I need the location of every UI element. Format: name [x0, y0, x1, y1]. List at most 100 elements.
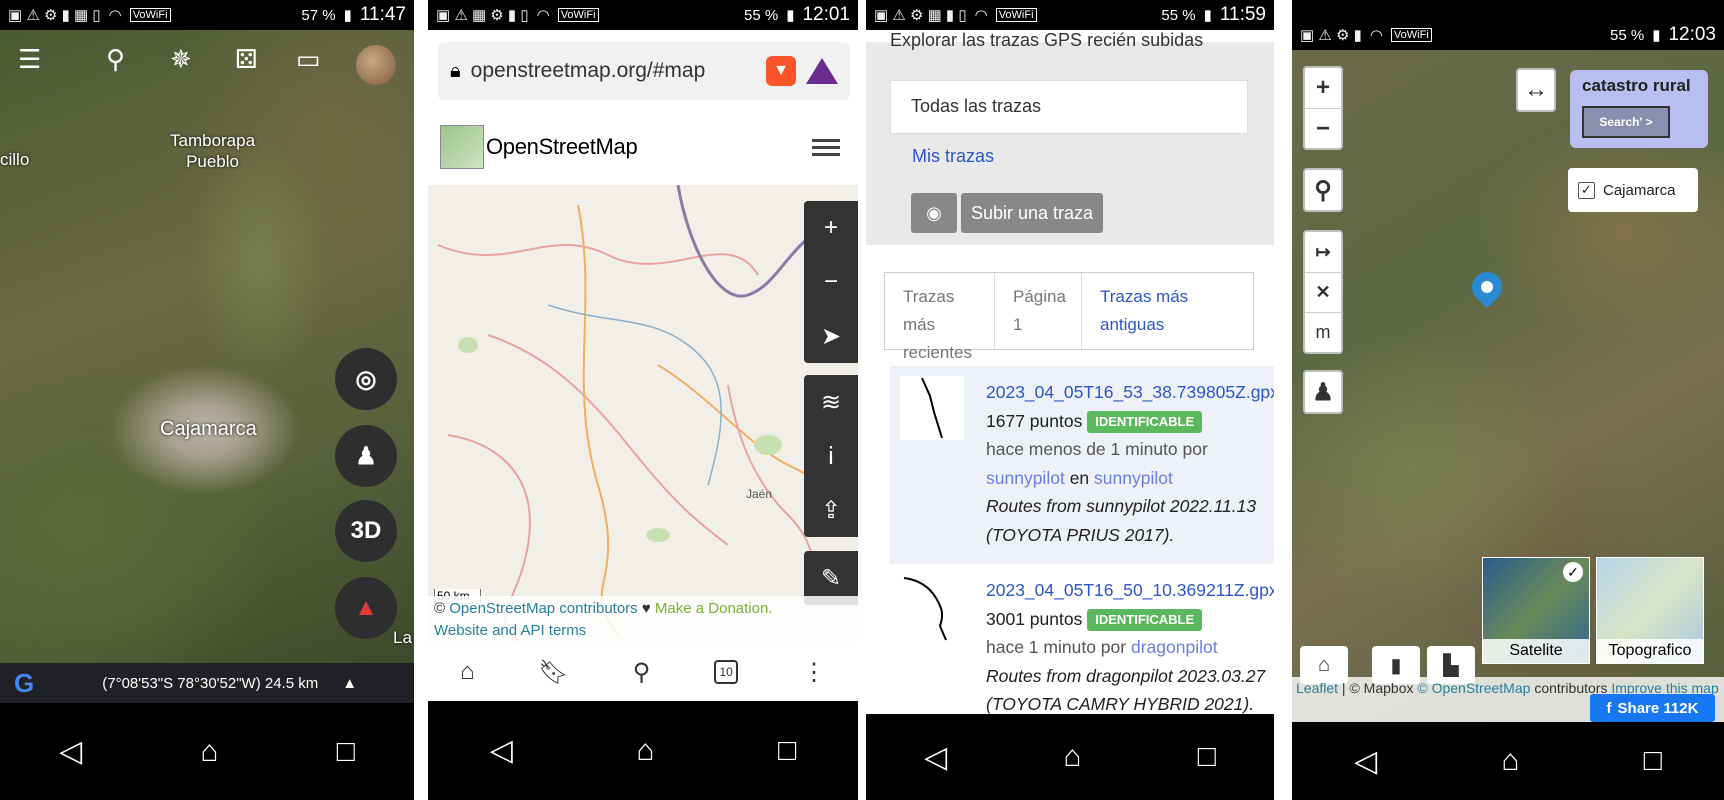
3d-button[interactable]: 3D — [335, 500, 397, 562]
basemap-satelite[interactable]: ✓ Satelite — [1482, 557, 1590, 664]
home-icon[interactable]: ⌂ — [1501, 744, 1519, 778]
site-name[interactable]: OpenStreetMap — [486, 134, 638, 160]
search-icon[interactable]: ⚲ — [633, 658, 651, 687]
leaflet-link[interactable]: Leaflet — [1296, 680, 1338, 696]
trace-description: Routes from dragonpilot 2023.03.27 (TOYO… — [986, 665, 1266, 715]
battery-text: 55 % — [1609, 26, 1645, 44]
voyager-wheel-icon[interactable]: ✵ — [170, 44, 192, 75]
recents-icon[interactable]: □ — [778, 734, 796, 768]
rss-button[interactable]: ◉ — [911, 193, 957, 233]
street-view-button[interactable]: ♟ — [335, 425, 397, 487]
pegman-icon[interactable]: ♟ — [1305, 372, 1341, 412]
trace-user-link[interactable]: dragonpilot — [1131, 637, 1218, 657]
clock: 11:59 — [1219, 4, 1266, 25]
google-logo-icon: G — [14, 667, 35, 698]
compass-button[interactable]: ▲ — [335, 577, 397, 639]
layer-checkbox-row[interactable]: ✓ Cajamarca — [1568, 168, 1698, 212]
satellite-map[interactable] — [0, 30, 414, 663]
search-icon[interactable]: ⚲ — [106, 44, 125, 75]
osm-browser-screen: ▣ ⚠ ▦ ⚙ ▮ ▯ ◠ VoWiFi 55 % ▮ 12:01 🔒︎ ope… — [428, 0, 858, 800]
share-button[interactable]: ⇪ — [804, 483, 858, 537]
town-label-cut: cillo — [0, 150, 30, 169]
google-earth-screen: ▣ ⚠ ⚙ ▮ ▦ ▯ ◠ VoWiFi 57 % ▮ 11:47 ☰ ⚲ ✵ … — [0, 0, 414, 800]
battery-text: 57 % — [301, 6, 336, 24]
address-bar[interactable]: 🔒︎ openstreetmap.org/#map ▼ — [438, 42, 850, 100]
avatar[interactable] — [356, 45, 396, 85]
lock-icon: 🔒︎ — [450, 59, 461, 82]
checkbox-checked-icon[interactable]: ✓ — [1578, 181, 1595, 199]
layers-button[interactable]: ≋ — [804, 375, 858, 429]
town-label-tamborapa: Tamborapa Pueblo — [170, 131, 256, 171]
donate-link[interactable]: Make a Donation. — [655, 600, 773, 617]
battery-icon: ▮ — [786, 7, 795, 24]
upload-trace-button[interactable]: Subir una traza — [961, 193, 1103, 233]
recents-icon[interactable]: □ — [1644, 744, 1662, 778]
recents-icon[interactable]: □ — [1198, 740, 1216, 774]
brave-shield-icon[interactable]: ▼ — [766, 56, 796, 86]
hamburger-menu-icon[interactable] — [812, 135, 840, 160]
expand-arrows-icon[interactable]: ↔ — [1518, 70, 1554, 110]
back-icon[interactable]: ◁ — [59, 734, 82, 769]
trace-tag-link[interactable]: sunnypilot — [1094, 468, 1173, 488]
rewards-icon[interactable] — [806, 58, 838, 84]
zoom-out-button[interactable]: − — [804, 255, 858, 309]
home-icon[interactable]: ⌂ — [1063, 740, 1081, 774]
osm-logo-icon[interactable] — [440, 125, 484, 169]
trace-filename-link[interactable]: 2023_04_05T16_50_10.369211Z.gpx — [986, 576, 1274, 605]
trace-thumbnail[interactable] — [900, 574, 964, 641]
status-badge: IDENTIFICABLE — [1087, 410, 1203, 433]
info-button[interactable]: ⅰ — [804, 429, 858, 483]
my-traces-link[interactable]: Mis trazas — [912, 146, 994, 167]
back-icon[interactable]: ◁ — [924, 740, 947, 775]
measure-unit[interactable]: m — [1305, 312, 1341, 352]
home-icon[interactable]: ⌂ — [200, 735, 218, 769]
heart-icon: ♥ — [641, 600, 651, 617]
browser-toolbar: ⌂ 🔖︎ ⚲ 10 ⋮ — [428, 643, 858, 701]
locate-button[interactable]: ➤ — [804, 309, 858, 363]
traces-filter-section: Explorar las trazas GPS recién subidas T… — [866, 30, 1274, 245]
trace-user-link[interactable]: sunnypilot — [986, 468, 1065, 488]
expand-icon[interactable]: ▲ — [342, 675, 357, 692]
notification-icons: ▣ ⚠ ⚙ ▮ — [1300, 27, 1362, 44]
trace-filter-select[interactable]: Todas las trazas — [890, 80, 1248, 134]
recents-icon[interactable]: □ — [337, 735, 355, 769]
osm-link[interactable]: © OpenStreetMap — [1417, 680, 1530, 696]
zoom-out-button[interactable]: − — [1305, 108, 1341, 148]
url-text[interactable]: openstreetmap.org/#map — [471, 59, 756, 83]
home-icon[interactable]: ⌂ — [636, 734, 654, 768]
trace-thumbnail[interactable] — [900, 376, 964, 440]
osm-header: OpenStreetMap — [428, 110, 858, 185]
facebook-icon: f — [1606, 699, 1612, 717]
zoom-in-button[interactable]: + — [1305, 68, 1341, 108]
facebook-share-button[interactable]: f Share 112K — [1590, 694, 1715, 722]
home-icon[interactable]: ⌂ — [460, 658, 475, 686]
older-traces-link[interactable]: Trazas más antiguas — [1082, 273, 1253, 349]
osm-contributors-link[interactable]: OpenStreetMap contributors — [449, 600, 637, 617]
menu-icon[interactable]: ☰ — [18, 44, 41, 75]
dice-icon[interactable]: ⚄ — [235, 44, 258, 75]
basemap-topografico[interactable]: Topografico — [1596, 557, 1704, 664]
clock: 11:47 — [359, 4, 406, 25]
osm-map[interactable]: Jaén 50 km + − ➤ ≋ ⅰ ⇪ ✎ — [428, 185, 858, 643]
road-network — [437, 185, 849, 641]
compass-icon: ▲ — [354, 594, 378, 621]
bookmark-icon[interactable]: 🔖︎ — [538, 658, 568, 687]
google-status-bar: G (7°08'53"S 78°30'52"W) 24.5 km ▲ — [0, 663, 414, 703]
back-icon[interactable]: ◁ — [490, 733, 513, 768]
search-button[interactable]: Search' > — [1582, 106, 1670, 138]
tab-count[interactable]: 10 — [714, 660, 739, 684]
trace-filename-link[interactable]: 2023_04_05T16_53_38.739805Z.gpx — [986, 378, 1274, 407]
overflow-menu-icon[interactable]: ⋮ — [802, 658, 826, 687]
back-icon[interactable]: ◁ — [1354, 744, 1377, 779]
search-icon[interactable]: ⚲ — [1305, 170, 1341, 210]
terms-link[interactable]: Website and API terms — [434, 622, 586, 639]
measure-distance-icon[interactable]: ↦ — [1305, 232, 1341, 272]
zoom-in-button[interactable]: + — [804, 201, 858, 255]
mapbox-credit: © Mapbox — [1349, 680, 1414, 696]
clock: 12:01 — [802, 4, 850, 25]
share-count: Share 112K — [1617, 699, 1699, 717]
clear-measure-icon[interactable]: ✕ — [1305, 272, 1341, 312]
my-location-button[interactable]: ◎ — [335, 348, 397, 410]
notification-icons: ▣ ⚠ ⚙ ▦ ▮ ▯ — [874, 7, 967, 24]
ruler-icon[interactable]: ▭ — [296, 44, 321, 75]
